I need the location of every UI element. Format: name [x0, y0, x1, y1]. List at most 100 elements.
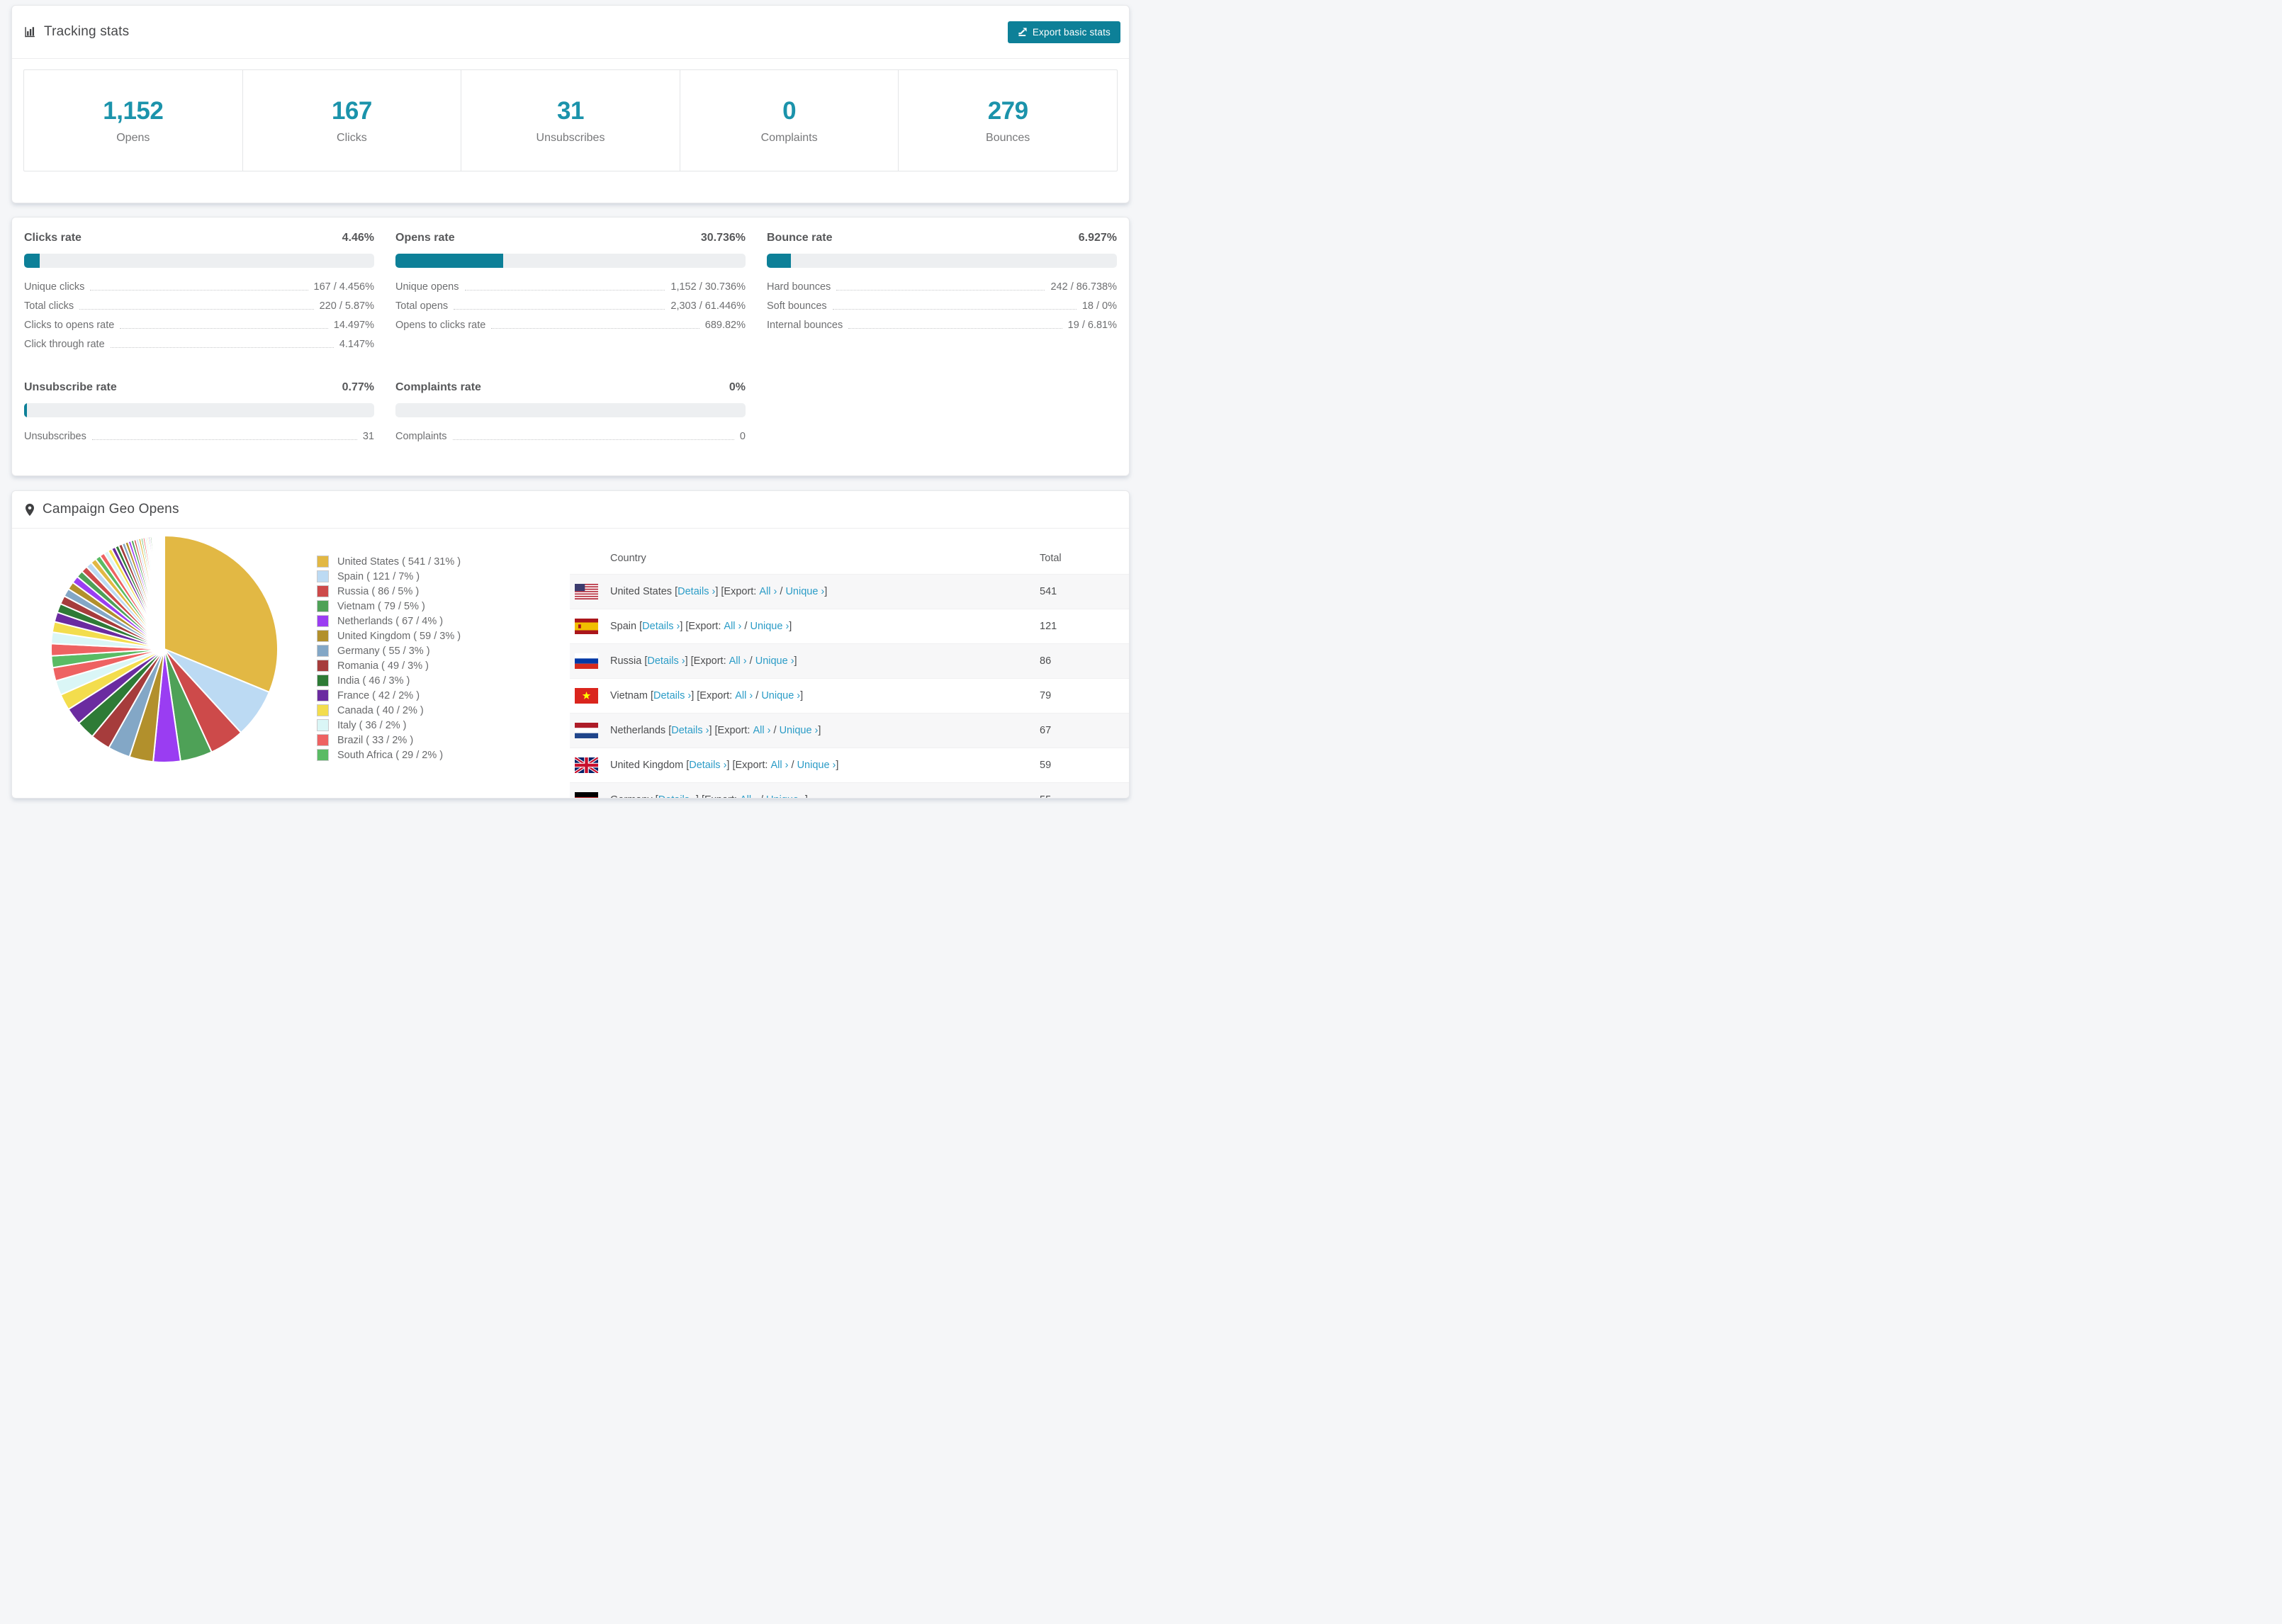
- details-link[interactable]: Details ›: [653, 690, 691, 701]
- legend-label: United Kingdom ( 59 / 3% ): [337, 630, 461, 642]
- rate-detail-row: Total clicks 220 / 5.87%: [24, 300, 374, 312]
- stat-value: 279: [987, 96, 1028, 125]
- legend-item-netherlands[interactable]: Netherlands ( 67 / 4% ): [317, 614, 570, 628]
- export-all-link[interactable]: All ›: [729, 655, 747, 667]
- geo-pie-legend: United States ( 541 / 31% ) Spain ( 121 …: [317, 529, 570, 798]
- legend-label: Brazil ( 33 / 2% ): [337, 734, 414, 746]
- rate-row-value: 242 / 86.738%: [1050, 281, 1117, 293]
- rate-progress-bar: [395, 403, 746, 417]
- legend-swatch: [317, 660, 329, 672]
- rate-block-unsubscribe-rate: Unsubscribe rate 0.77% Unsubscribes 31: [24, 378, 374, 449]
- rate-row-label: Opens to clicks rate: [395, 320, 486, 331]
- legend-item-germany[interactable]: Germany ( 55 / 3% ): [317, 643, 570, 658]
- details-link[interactable]: Details ›: [689, 760, 726, 771]
- legend-label: Spain ( 121 / 7% ): [337, 570, 420, 582]
- legend-item-united-states[interactable]: United States ( 541 / 31% ): [317, 554, 570, 569]
- geo-table-body: United States [Details ›] [Export: All ›…: [570, 574, 1129, 798]
- dotted-leader: [110, 347, 334, 348]
- legend-label: Italy ( 36 / 2% ): [337, 719, 407, 731]
- rate-progress-bar: [24, 403, 374, 417]
- stat-value: 0: [782, 96, 797, 125]
- geo-table: Country Total United States [Details ›] …: [570, 529, 1129, 798]
- legend-item-france[interactable]: France ( 42 / 2% ): [317, 688, 570, 703]
- geo-opens-pie-chart: [50, 534, 279, 763]
- total-cell: 59: [1040, 760, 1052, 771]
- bar-chart-icon: [24, 26, 37, 38]
- export-all-link[interactable]: All ›: [770, 760, 788, 771]
- details-link[interactable]: Details ›: [671, 725, 709, 736]
- rate-row-value: 4.147%: [339, 339, 374, 350]
- legend-item-south-africa[interactable]: South Africa ( 29 / 2% ): [317, 748, 570, 762]
- legend-item-canada[interactable]: Canada ( 40 / 2% ): [317, 703, 570, 718]
- legend-swatch: [317, 719, 329, 731]
- details-link[interactable]: Details ›: [678, 586, 715, 597]
- legend-swatch: [317, 734, 329, 746]
- export-unique-link[interactable]: Unique ›: [766, 794, 805, 798]
- rate-value: 0%: [729, 381, 746, 393]
- legend-item-romania[interactable]: Romania ( 49 / 3% ): [317, 658, 570, 673]
- country-cell: Germany [Details ›] [Export: All › / Uni…: [570, 792, 1040, 798]
- stat-label: Clicks: [337, 131, 367, 144]
- legend-swatch: [317, 615, 329, 627]
- rate-title: Opens rate: [395, 232, 455, 244]
- rate-title: Complaints rate: [395, 381, 481, 393]
- legend-item-brazil[interactable]: Brazil ( 33 / 2% ): [317, 733, 570, 748]
- export-all-link[interactable]: All ›: [753, 725, 771, 736]
- stat-label: Complaints: [760, 131, 818, 144]
- legend-item-vietnam[interactable]: Vietnam ( 79 / 5% ): [317, 599, 570, 614]
- export-all-link[interactable]: All ›: [735, 690, 753, 701]
- legend-item-spain[interactable]: Spain ( 121 / 7% ): [317, 569, 570, 584]
- map-pin-icon: [24, 503, 35, 517]
- rate-block-clicks-rate: Clicks rate 4.46% Unique clicks 167 / 4.…: [24, 229, 374, 357]
- export-icon: [1018, 27, 1028, 37]
- dotted-leader: [491, 328, 699, 329]
- export-unique-link[interactable]: Unique ›: [755, 655, 794, 667]
- rate-detail-row: Soft bounces 18 / 0%: [767, 300, 1117, 312]
- legend-swatch: [317, 570, 329, 582]
- export-all-link[interactable]: All ›: [724, 621, 741, 632]
- geo-pie-wrap: [12, 529, 317, 798]
- dotted-leader: [454, 309, 665, 310]
- export-all-link[interactable]: All ›: [759, 586, 777, 597]
- legend-swatch: [317, 645, 329, 657]
- legend-item-united-kingdom[interactable]: United Kingdom ( 59 / 3% ): [317, 628, 570, 643]
- flag-icon-vn: [575, 688, 598, 704]
- country-name: Spain: [610, 621, 637, 632]
- rate-row-label: Total clicks: [24, 300, 74, 312]
- legend-label: Vietnam ( 79 / 5% ): [337, 600, 425, 612]
- export-unique-link[interactable]: Unique ›: [761, 690, 800, 701]
- rate-progress-bar: [767, 254, 1117, 268]
- total-cell: 79: [1040, 690, 1052, 701]
- country-cell: United Kingdom [Details ›] [Export: All …: [570, 757, 1040, 773]
- rate-block-opens-rate: Opens rate 30.736% Unique opens 1,152 / …: [395, 229, 746, 357]
- tracking-stats-header: Tracking stats Export basic stats: [12, 6, 1129, 59]
- legend-swatch: [317, 704, 329, 716]
- country-name: Vietnam: [610, 690, 648, 701]
- rate-row-value: 14.497%: [333, 320, 374, 331]
- geo-table-row-united-states: United States [Details ›] [Export: All ›…: [570, 574, 1129, 609]
- legend-item-russia[interactable]: Russia ( 86 / 5% ): [317, 584, 570, 599]
- export-unique-link[interactable]: Unique ›: [797, 760, 836, 771]
- country-name: United States: [610, 586, 673, 597]
- column-header-total: Total: [1040, 553, 1062, 564]
- export-basic-stats-button[interactable]: Export basic stats: [1007, 21, 1120, 43]
- rate-row-value: 19 / 6.81%: [1067, 320, 1117, 331]
- legend-item-italy[interactable]: Italy ( 36 / 2% ): [317, 718, 570, 733]
- export-unique-link[interactable]: Unique ›: [780, 725, 819, 736]
- flag-icon-de: [575, 792, 598, 798]
- flag-icon-nl: [575, 723, 598, 738]
- geo-table-header: Country Total: [570, 543, 1129, 574]
- export-all-link[interactable]: All ›: [740, 794, 758, 798]
- rates-grid: Clicks rate 4.46% Unique clicks 167 / 4.…: [24, 229, 1117, 449]
- export-unique-link[interactable]: Unique ›: [750, 621, 789, 632]
- details-link[interactable]: Details ›: [647, 655, 685, 667]
- rate-progress-fill: [24, 254, 40, 268]
- rate-row-value: 689.82%: [704, 320, 746, 331]
- details-link[interactable]: Details ›: [658, 794, 696, 798]
- rate-progress-fill: [24, 403, 27, 417]
- legend-item-india[interactable]: India ( 46 / 3% ): [317, 673, 570, 688]
- export-unique-link[interactable]: Unique ›: [785, 586, 824, 597]
- rate-row-label: Click through rate: [24, 339, 105, 350]
- details-link[interactable]: Details ›: [642, 621, 680, 632]
- geo-opens-title: Campaign Geo Opens: [43, 502, 179, 517]
